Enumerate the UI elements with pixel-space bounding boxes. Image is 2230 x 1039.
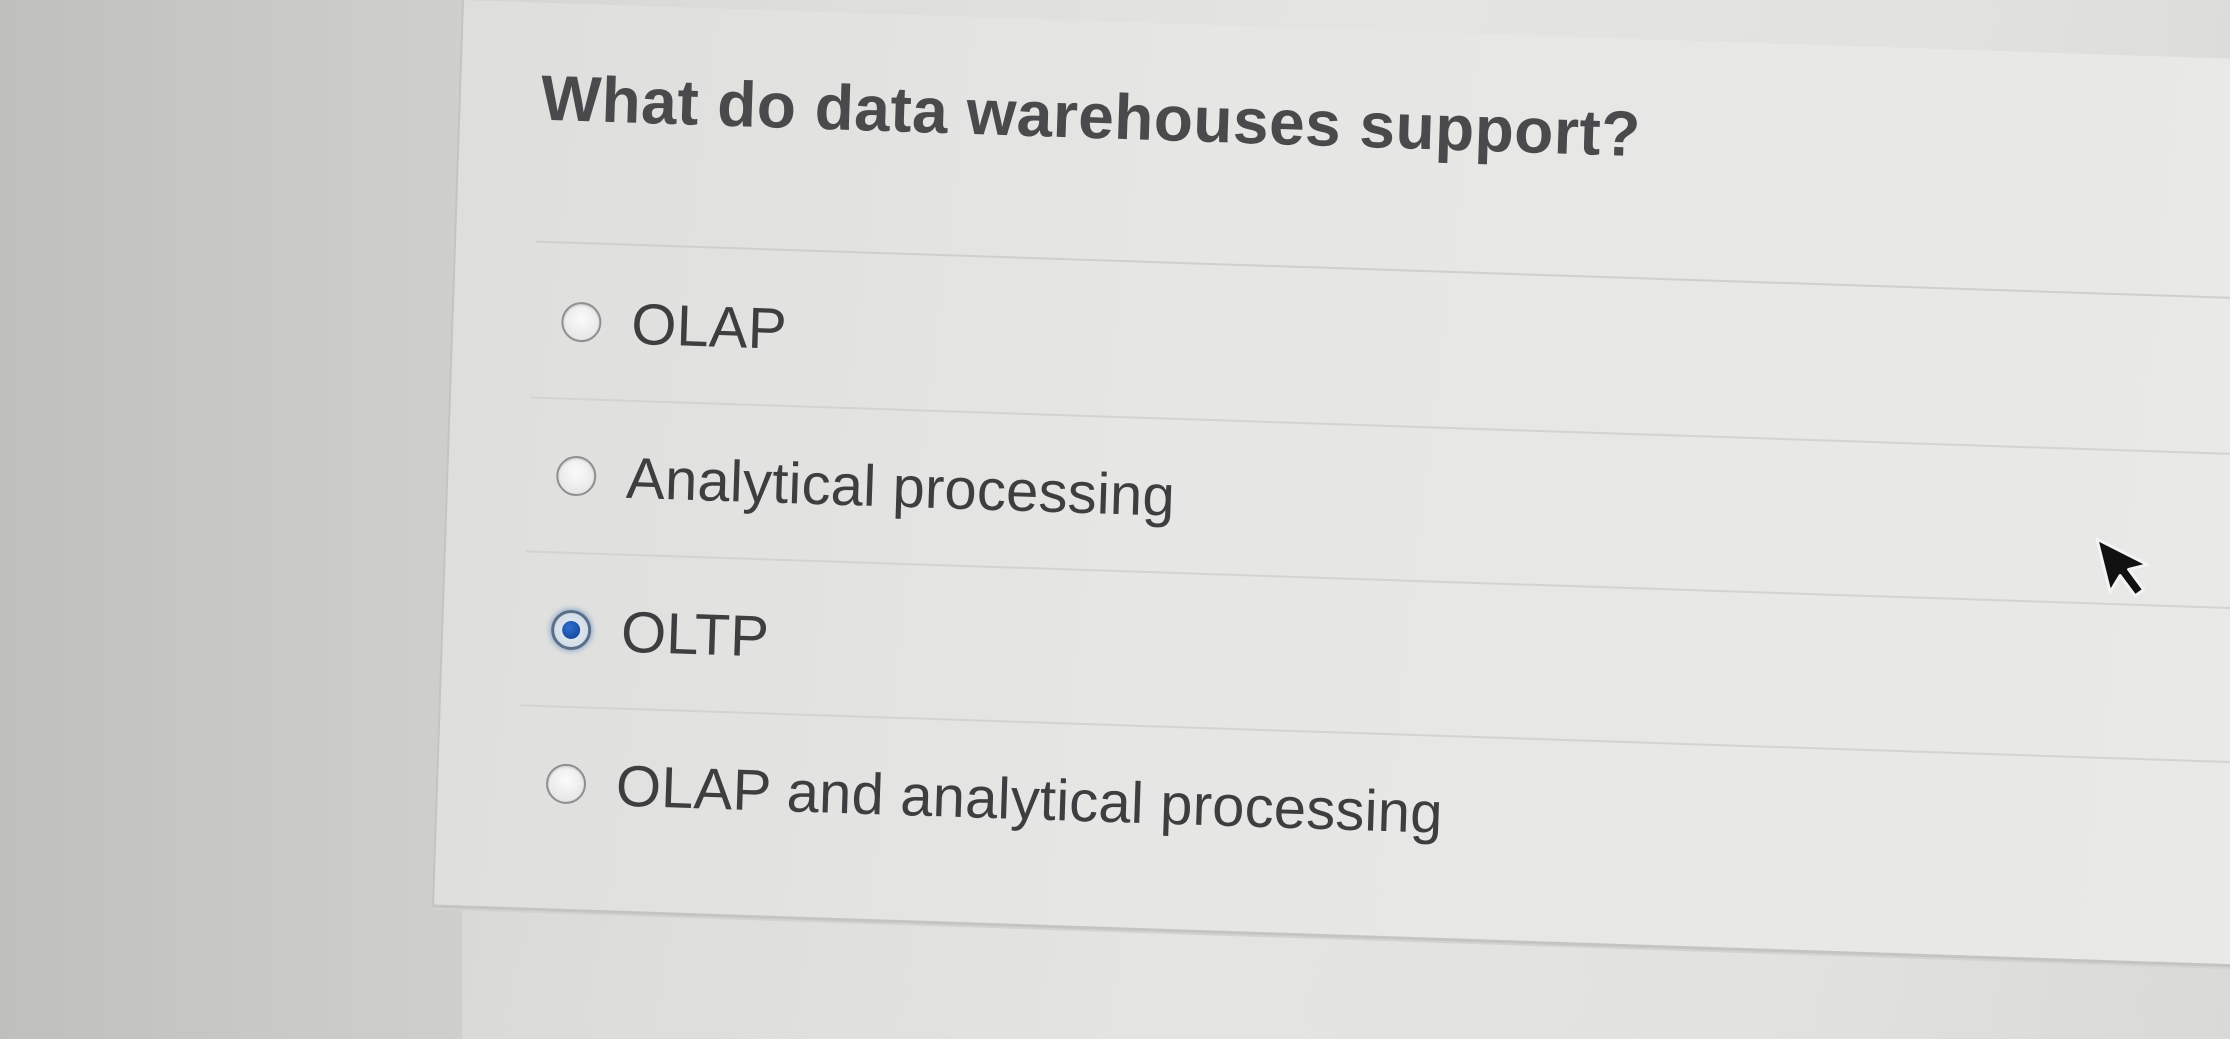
radio-button-icon[interactable]: [555, 455, 597, 497]
answer-option-label: OLTP: [620, 599, 771, 670]
left-gutter: [0, 0, 462, 1039]
question-panel: What do data warehouses support? OLAP An…: [431, 0, 2230, 968]
question-title: What do data warehouses support?: [539, 61, 1642, 171]
radio-button-icon[interactable]: [545, 763, 587, 805]
answer-option-label: OLAP and analytical processing: [614, 753, 1444, 846]
answer-option-label: Analytical processing: [625, 445, 1177, 529]
answer-option-label: OLAP: [630, 291, 788, 362]
answer-options: OLAP Analytical processing OLTP OLAP and…: [516, 244, 2230, 916]
radio-button-icon[interactable]: [560, 301, 603, 343]
radio-button-selected-icon[interactable]: [550, 609, 592, 651]
